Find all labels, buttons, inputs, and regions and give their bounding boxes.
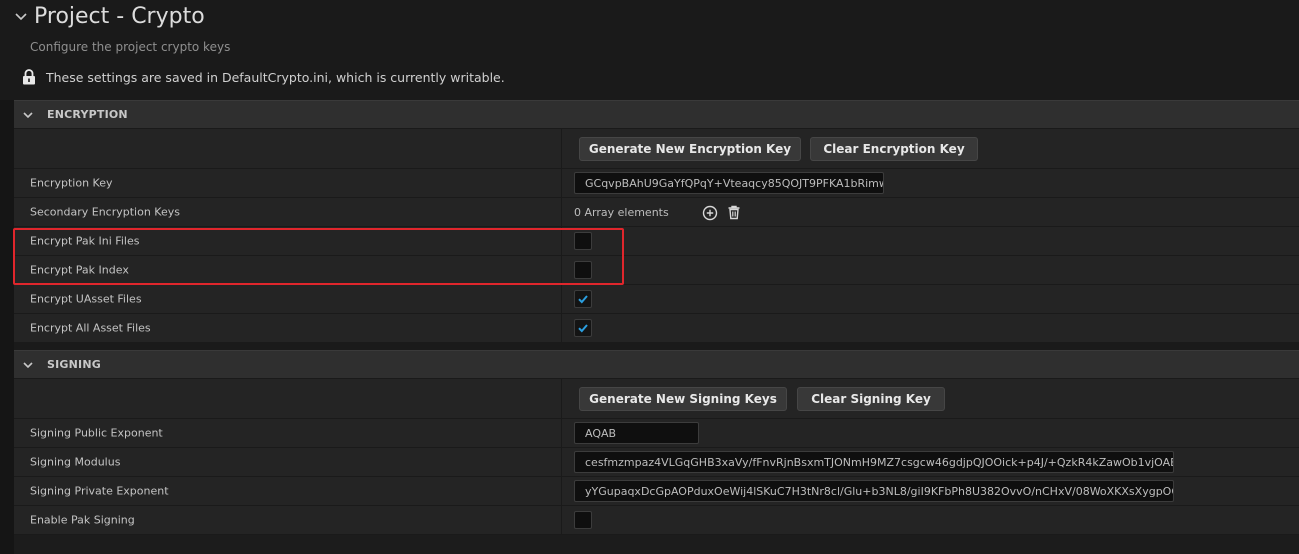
encrypt-uasset-files-row: Encrypt UAsset Files: [14, 285, 1299, 314]
page-title: Project - Crypto: [34, 4, 205, 29]
enable-pak-signing-row: Enable Pak Signing: [14, 506, 1299, 535]
clear-encryption-key-button[interactable]: Clear Encryption Key: [810, 137, 978, 161]
section-title-signing: SIGNING: [47, 358, 101, 371]
signing-private-exponent-label: Signing Private Exponent: [30, 484, 169, 498]
section-header-signing[interactable]: SIGNING: [14, 350, 1299, 378]
signing-modulus-row: Signing Modulus cesfmzmpaz4VLGqGHB3xaVy/…: [14, 448, 1299, 477]
signing-private-exponent-row: Signing Private Exponent yYGupaqxDcGpAOP…: [14, 477, 1299, 506]
encrypt-all-asset-files-row: Encrypt All Asset Files: [14, 314, 1299, 343]
column-divider: [561, 448, 562, 476]
column-divider: [561, 379, 562, 418]
checkmark-icon: [578, 295, 588, 304]
encrypt-all-asset-files-label: Encrypt All Asset Files: [30, 321, 151, 335]
encrypt-pak-index-label: Encrypt Pak Index: [30, 263, 129, 277]
secondary-encryption-keys-row: Secondary Encryption Keys 0 Array elemen…: [14, 198, 1299, 227]
signing-private-exponent-field[interactable]: yYGupaqxDcGpAOPduxOeWij4lSKuC7H3tNr8cl/G…: [574, 480, 1174, 502]
signing-buttons-row: Generate New Signing Keys Clear Signing …: [14, 379, 1299, 419]
encryption-buttons-row: Generate New Encryption Key Clear Encryp…: [14, 129, 1299, 169]
trash-icon[interactable]: [726, 204, 742, 220]
chevron-down-icon[interactable]: [14, 10, 28, 24]
column-divider: [561, 285, 562, 313]
enable-pak-signing-label: Enable Pak Signing: [30, 513, 135, 527]
section-header-encryption[interactable]: ENCRYPTION: [14, 100, 1299, 128]
left-gutter: [0, 100, 14, 554]
encrypt-uasset-files-checkbox[interactable]: [574, 290, 592, 308]
column-divider: [561, 477, 562, 505]
panel-bottom: [14, 535, 1299, 554]
config-notice: These settings are saved in DefaultCrypt…: [22, 69, 505, 85]
title-row[interactable]: Project - Crypto: [14, 4, 205, 29]
checkmark-icon: [578, 324, 588, 333]
generate-encryption-key-button[interactable]: Generate New Encryption Key: [579, 137, 801, 161]
column-divider: [561, 227, 562, 255]
section-title-encryption: ENCRYPTION: [47, 108, 128, 121]
page-subtitle: Configure the project crypto keys: [30, 40, 231, 54]
encryption-key-field[interactable]: GCqvpBAhU9GaYfQPqY+Vteaqcy85QOJT9PFKA1bR…: [574, 172, 884, 194]
column-divider: [561, 419, 562, 447]
column-divider: [561, 506, 562, 534]
lock-icon: [23, 69, 35, 85]
notice-text: These settings are saved in DefaultCrypt…: [46, 69, 505, 85]
signing-public-exponent-row: Signing Public Exponent AQAB: [14, 419, 1299, 448]
encrypt-pak-ini-files-checkbox[interactable]: [574, 232, 592, 250]
clear-signing-key-button[interactable]: Clear Signing Key: [797, 387, 945, 411]
encrypt-all-asset-files-checkbox[interactable]: [574, 319, 592, 337]
chevron-down-icon[interactable]: [22, 109, 34, 121]
encrypt-pak-index-checkbox[interactable]: [574, 261, 592, 279]
signing-modulus-label: Signing Modulus: [30, 455, 121, 469]
generate-signing-keys-button[interactable]: Generate New Signing Keys: [579, 387, 787, 411]
encrypt-pak-ini-files-label: Encrypt Pak Ini Files: [30, 234, 140, 248]
encryption-key-row: Encryption Key GCqvpBAhU9GaYfQPqY+Vteaqc…: [14, 169, 1299, 198]
signing-public-exponent-field[interactable]: AQAB: [574, 422, 699, 444]
encrypt-pak-ini-files-row: Encrypt Pak Ini Files: [14, 227, 1299, 256]
secondary-encryption-keys-label: Secondary Encryption Keys: [30, 205, 180, 219]
column-divider: [561, 314, 562, 342]
column-divider: [561, 198, 562, 226]
signing-public-exponent-label: Signing Public Exponent: [30, 426, 163, 440]
encryption-key-label: Encryption Key: [30, 176, 113, 190]
add-circle-icon[interactable]: [702, 205, 718, 221]
chevron-down-icon[interactable]: [22, 359, 34, 371]
column-divider: [561, 256, 562, 284]
column-divider: [561, 169, 562, 197]
signing-modulus-field[interactable]: cesfmzmpaz4VLGqGHB3xaVy/fFnvRjnBsxmTJONm…: [574, 451, 1174, 473]
encrypt-uasset-files-label: Encrypt UAsset Files: [30, 292, 142, 306]
page-header: Project - Crypto Configure the project c…: [0, 0, 1299, 100]
encrypt-pak-index-row: Encrypt Pak Index: [14, 256, 1299, 285]
array-elements-count: 0 Array elements: [574, 206, 669, 219]
enable-pak-signing-checkbox[interactable]: [574, 511, 592, 529]
column-divider: [561, 129, 562, 168]
